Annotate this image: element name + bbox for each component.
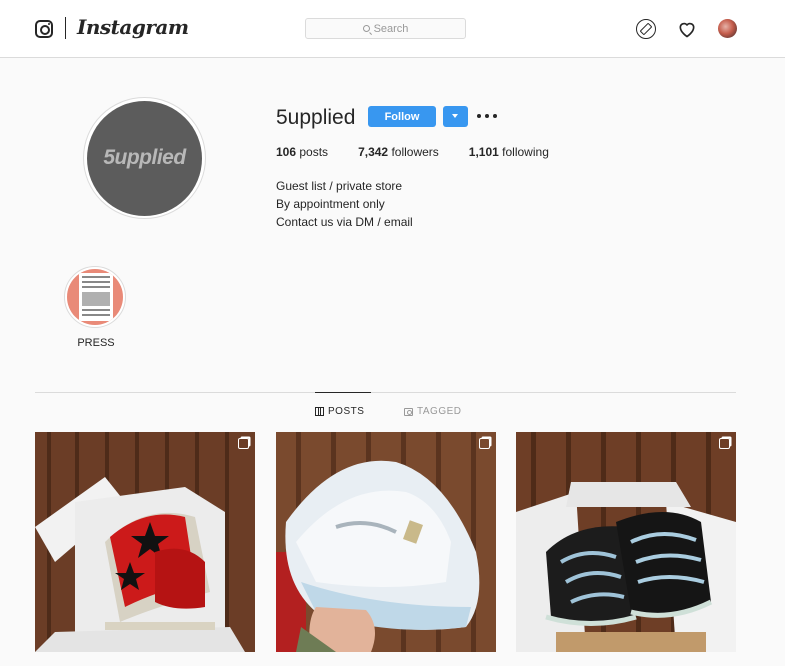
active-tab-indicator: [315, 392, 371, 393]
search-placeholder: Search: [373, 22, 409, 35]
profile-username: 5upplied: [276, 106, 356, 129]
grid-icon: [315, 407, 324, 416]
suggested-dropdown-button[interactable]: [443, 106, 468, 127]
tab-tagged[interactable]: TAGGED: [404, 406, 461, 417]
tab-posts[interactable]: POSTS: [315, 406, 364, 417]
highlight-label: PRESS: [77, 337, 115, 349]
more-options-icon[interactable]: [477, 108, 497, 124]
tagged-icon: [404, 407, 413, 416]
multiple-images-icon: [238, 438, 249, 449]
highlight-thumbnail: [67, 269, 123, 325]
instagram-camera-icon[interactable]: [35, 20, 53, 38]
avatar-logo-text: 5upplied: [103, 146, 186, 169]
stat-posts: 106 posts: [276, 145, 329, 159]
stat-followers[interactable]: 7,342 followers: [358, 145, 439, 159]
multiple-images-icon: [719, 438, 730, 449]
profile-bio: Guest list / private store By appointmen…: [276, 177, 413, 231]
search-input[interactable]: Search: [305, 18, 466, 39]
nav-divider: [65, 17, 66, 39]
bio-line: Guest list / private store: [276, 179, 403, 193]
profile-stats: 106 posts 7,342 followers 1,101 followin…: [276, 145, 579, 159]
stat-following[interactable]: 1,101 following: [469, 145, 549, 159]
multiple-images-icon: [479, 438, 490, 449]
top-nav: Instagram Search: [0, 0, 785, 58]
highlight-press[interactable]: [64, 266, 126, 328]
current-user-avatar[interactable]: [718, 19, 737, 38]
instagram-wordmark-logo[interactable]: Instagram: [77, 15, 189, 39]
follow-button[interactable]: Follow: [368, 106, 436, 127]
white-sneaker-photo: [276, 432, 496, 652]
black-skeleton-sneakers-photo: [516, 432, 736, 652]
post-thumbnail[interactable]: [276, 432, 496, 652]
bio-line: By appointment only: [276, 197, 385, 211]
post-thumbnail[interactable]: [35, 432, 255, 652]
profile-avatar[interactable]: 5upplied: [83, 97, 206, 219]
activity-heart-icon[interactable]: [677, 19, 697, 39]
tab-divider: [35, 392, 736, 393]
post-thumbnail[interactable]: [516, 432, 736, 652]
profile-avatar-image: 5upplied: [87, 100, 202, 216]
explore-compass-icon[interactable]: [636, 19, 656, 39]
red-sneakers-photo: [35, 432, 255, 652]
search-icon: [362, 25, 370, 32]
bio-line: Contact us via DM / email: [276, 215, 413, 229]
